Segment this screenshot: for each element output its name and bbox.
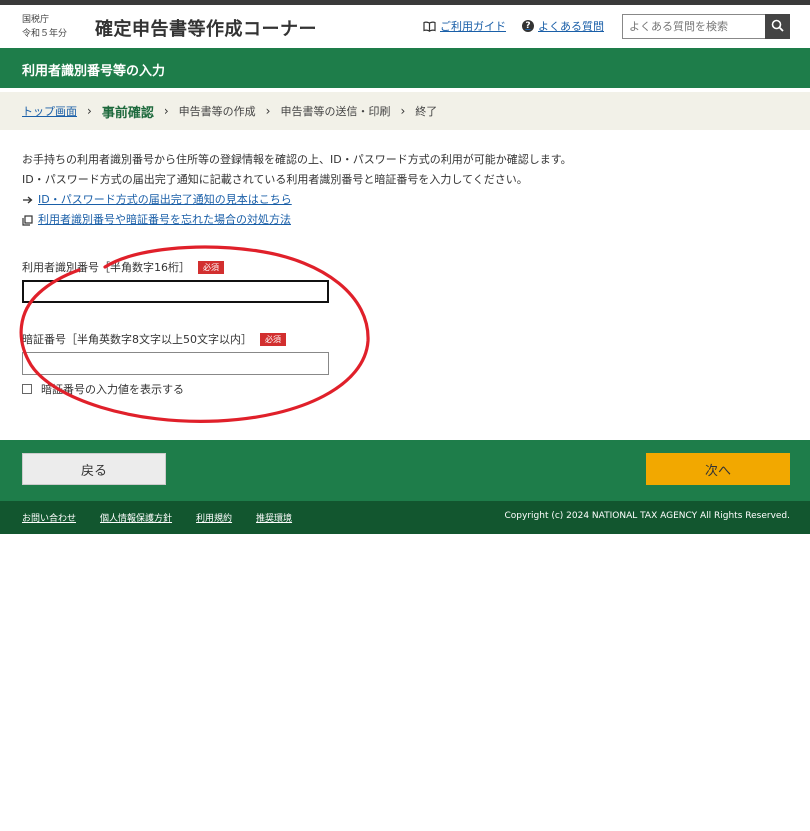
faq-link-label[interactable]: よくある質問 (538, 18, 604, 34)
footer-links: お問い合わせ 個人情報保護方針 利用規約 推奨環境 (22, 511, 316, 524)
book-icon (423, 21, 436, 32)
chevron-right-icon: › (265, 104, 271, 118)
chevron-right-icon: › (400, 104, 406, 118)
action-bar: 戻る 次へ (0, 440, 810, 501)
guide-link[interactable]: ご利用ガイド (423, 18, 506, 34)
search-button[interactable] (765, 14, 790, 39)
breadcrumb-step: 申告書等の送信・印刷 (280, 105, 391, 118)
faq-link[interactable]: ? よくある質問 (522, 18, 604, 34)
site-footer: お問い合わせ 個人情報保護方針 利用規約 推奨環境 Copyright (c) … (0, 501, 810, 534)
next-button[interactable]: 次へ (646, 453, 790, 485)
site-header: 国税庁 令和５年分 確定申告書等作成コーナー ご利用ガイド ? よくある質問 (0, 5, 810, 48)
footer-link-terms[interactable]: 利用規約 (196, 511, 232, 524)
page-title-bar: 利用者識別番号等の入力 (0, 48, 810, 88)
intro-section: お手持ちの利用者識別番号から住所等の登録情報を確認の上、ID・パスワード方式の利… (22, 150, 792, 230)
copyright: Copyright (c) 2024 NATIONAL TAX AGENCY A… (504, 511, 791, 521)
breadcrumb-step: 終了 (415, 105, 438, 118)
sample-notice-link[interactable]: ID・パスワード方式の届出完了通知の見本はこちら (22, 190, 792, 210)
breadcrumb: トップ画面 › 事前確認 › 申告書等の作成 › 申告書等の送信・印刷 › 終了 (0, 92, 810, 130)
breadcrumb-step: 申告書等の作成 (178, 105, 256, 118)
intro-text-2: ID・パスワード方式の届出完了通知に記載されている利用者識別番号と暗証番号を入力… (22, 173, 528, 186)
breadcrumb-current: 事前確認 (101, 105, 154, 121)
search-icon (771, 19, 784, 35)
back-button[interactable]: 戻る (22, 453, 166, 485)
guide-link-label[interactable]: ご利用ガイド (440, 18, 506, 34)
faq-search (622, 14, 790, 39)
arrow-right-icon (22, 195, 34, 205)
sample-notice-link-label[interactable]: ID・パスワード方式の届出完了通知の見本はこちら (38, 190, 292, 210)
chevron-right-icon: › (87, 104, 92, 118)
site-title[interactable]: 確定申告書等作成コーナー (95, 15, 317, 41)
search-input[interactable] (622, 14, 765, 39)
agency-block: 国税庁 令和５年分 (22, 13, 67, 41)
breadcrumb-home[interactable]: トップ画面 (22, 103, 77, 119)
question-icon: ? (522, 20, 534, 32)
footer-link-privacy[interactable]: 個人情報保護方針 (100, 511, 172, 524)
page-title: 利用者識別番号等の入力 (22, 64, 166, 79)
footer-link-contact[interactable]: お問い合わせ (22, 511, 76, 524)
forgot-id-link[interactable]: 利用者識別番号や暗証番号を忘れた場合の対処方法 (22, 210, 792, 230)
fiscal-year: 令和５年分 (22, 29, 68, 39)
red-ellipse-annotation (19, 245, 370, 424)
chevron-right-icon: › (163, 104, 169, 118)
external-window-icon (22, 214, 34, 226)
intro-text-1: お手持ちの利用者識別番号から住所等の登録情報を確認の上、ID・パスワード方式の利… (22, 153, 572, 166)
footer-link-environment[interactable]: 推奨環境 (256, 511, 292, 524)
agency-name: 国税庁 (22, 15, 50, 25)
forgot-id-link-label[interactable]: 利用者識別番号や暗証番号を忘れた場合の対処方法 (38, 210, 291, 230)
